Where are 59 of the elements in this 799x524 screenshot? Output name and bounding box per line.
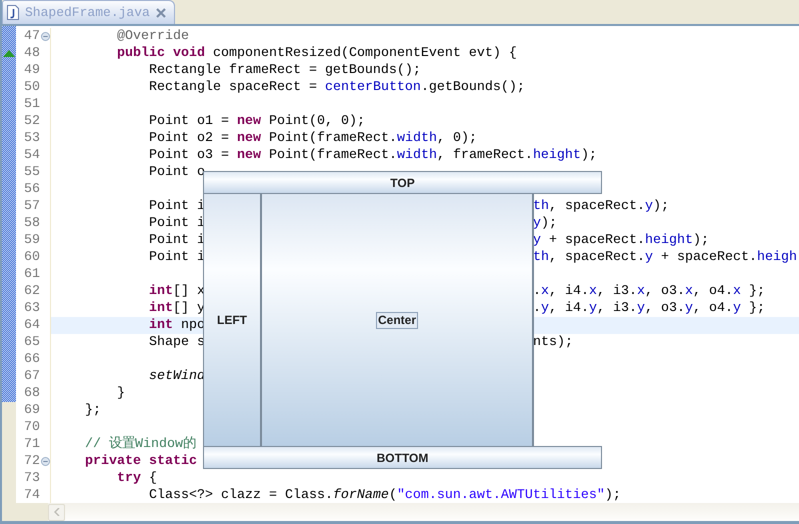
code-line: }; — [84, 402, 101, 419]
line-number: 73 — [24, 470, 40, 487]
code-line: .x, i4.x, i3.x, o3.x, o4.x }; — [533, 283, 765, 300]
close-icon[interactable] — [156, 8, 166, 18]
code-line: Rectangle spaceRect = centerButton.getBounds(); — [148, 79, 525, 96]
center-button[interactable]: Center — [376, 312, 418, 328]
line-number: 61 — [24, 266, 40, 283]
override-triangle-icon — [3, 50, 15, 57]
left-button[interactable]: LEFT — [203, 194, 262, 446]
line-number: 58 — [24, 215, 40, 232]
code-line: } — [116, 385, 125, 402]
line-number: 48 — [24, 45, 40, 62]
java-file-icon — [7, 5, 19, 20]
code-line: // 设置Window的 — [84, 436, 196, 453]
collapse-icon[interactable] — [41, 32, 50, 41]
code-line: public void componentResized(ComponentEvent evt) { — [116, 45, 517, 62]
line-number: 47 — [24, 28, 40, 45]
line-number: 62 — [24, 283, 40, 300]
line-number: 67 — [24, 368, 40, 385]
line-number: 55 — [24, 164, 40, 181]
code-line: private static — [84, 453, 197, 470]
line-number: 71 — [24, 436, 40, 453]
horizontal-scrollbar[interactable] — [48, 503, 799, 521]
line-number: 50 — [24, 79, 40, 96]
line-number: 53 — [24, 130, 40, 147]
line-number: 72 — [24, 453, 40, 470]
code-line: @Override — [116, 28, 189, 45]
code-line: y); — [533, 215, 557, 232]
top-button[interactable]: TOP — [203, 171, 602, 194]
line-number: 64 — [24, 317, 40, 334]
line-number: 63 — [24, 300, 40, 317]
line-number: 70 — [24, 419, 40, 436]
bottom-button[interactable]: BOTTOM — [203, 446, 602, 469]
line-number: 54 — [24, 147, 40, 164]
line-number: 68 — [24, 385, 40, 402]
line-number: 56 — [24, 181, 40, 198]
line-number: 74 — [24, 487, 40, 503]
code-line: Point o3 = new Point(frameRect.width, frameRect.height); — [148, 147, 597, 164]
code-line: Point o2 = new Point(frameRect.width, 0); — [148, 130, 477, 147]
code-line: nts); — [533, 334, 573, 351]
code-line: Point o1 = new Point(0, 0); — [148, 113, 365, 130]
line-number: 65 — [24, 334, 40, 351]
code-line: Class<?> clazz = Class.forName("com.sun.awt.AWTUtilities"); — [148, 487, 621, 503]
line-number: 52 — [24, 113, 40, 130]
line-number: 66 — [24, 351, 40, 368]
code-line: .y, i4.y, i3.y, o3.y, o4.y }; — [533, 300, 765, 317]
code-line: th, spaceRect.y); — [533, 198, 669, 215]
code-line: Rectangle frameRect = getBounds(); — [148, 62, 421, 79]
scroll-left-button[interactable] — [48, 504, 65, 520]
line-number: 69 — [24, 402, 40, 419]
line-number: 60 — [24, 249, 40, 266]
collapse-icon[interactable] — [41, 457, 50, 466]
line-number: 59 — [24, 232, 40, 249]
line-number: 51 — [24, 96, 40, 113]
line-number: 49 — [24, 62, 40, 79]
code-line: y + spaceRect.height); — [533, 232, 709, 249]
line-number: 57 — [24, 198, 40, 215]
code-line: try { — [116, 470, 157, 487]
code-line: th, spaceRect.y + spaceRect.heigh — [533, 249, 797, 266]
